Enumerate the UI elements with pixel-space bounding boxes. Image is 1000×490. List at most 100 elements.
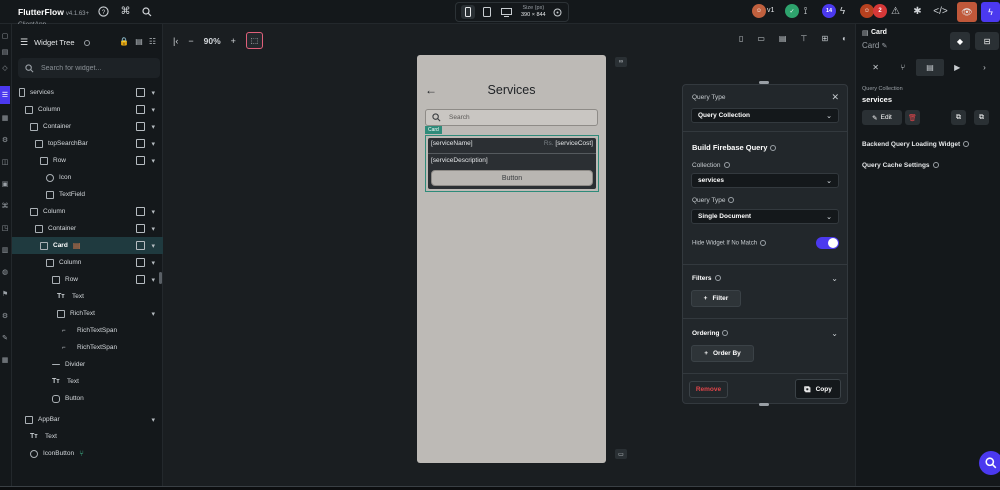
- service-card[interactable]: [serviceName] Rs. [serviceCost] [service…: [425, 135, 599, 192]
- bug-icon[interactable]: ✱: [911, 5, 924, 18]
- collection-select[interactable]: services ⌄: [691, 173, 839, 188]
- tree-node-container-2[interactable]: Container ▾: [12, 220, 163, 237]
- rail-icon-10[interactable]: ▥: [0, 244, 10, 255]
- chevron-down-icon[interactable]: ▾: [151, 416, 155, 424]
- hide-widget-toggle[interactable]: [816, 237, 839, 249]
- collab-avatar[interactable]: ☺: [860, 4, 874, 18]
- rail-icon-5[interactable]: ⚙: [0, 134, 10, 145]
- comment-icon[interactable]: ▭: [615, 449, 627, 459]
- lock-icon[interactable]: 🔒: [119, 37, 129, 46]
- chevron-down-icon[interactable]: ▾: [151, 89, 155, 97]
- collapse-panel-icon[interactable]: |‹: [173, 36, 178, 46]
- info-icon[interactable]: [723, 162, 730, 169]
- layout-icon[interactable]: ▤: [779, 34, 787, 43]
- tree-node-appbar[interactable]: AppBar ▾: [12, 411, 163, 428]
- rail-icon-14[interactable]: ✎: [0, 332, 10, 343]
- tree-node-row-2[interactable]: Row ▾: [12, 271, 163, 288]
- info-icon[interactable]: [770, 145, 777, 152]
- grid-icon[interactable]: ⊞: [821, 34, 828, 43]
- chevron-down-icon[interactable]: ▾: [151, 276, 155, 284]
- rail-icon-3[interactable]: ◇: [0, 62, 10, 73]
- link-icon[interactable]: ∞: [615, 57, 627, 67]
- tree-node-divider[interactable]: Divider: [12, 356, 163, 373]
- tab-more[interactable]: ›: [971, 59, 998, 76]
- info-icon[interactable]: [760, 240, 767, 246]
- rail-icon-9[interactable]: ◳: [0, 222, 10, 233]
- chevron-down-icon[interactable]: ▾: [151, 106, 155, 114]
- add-filter-button[interactable]: + Filter: [691, 290, 741, 307]
- info-icon[interactable]: [83, 39, 90, 46]
- rail-icon-1[interactable]: ▢: [0, 30, 10, 41]
- info-icon[interactable]: [963, 141, 970, 148]
- chevron-down-icon[interactable]: ▾: [151, 310, 155, 318]
- close-icon[interactable]: ✕: [831, 92, 839, 103]
- branch-icon[interactable]: ⟟: [799, 5, 812, 18]
- info-icon[interactable]: [714, 275, 721, 282]
- add-widget-icon[interactable]: [136, 139, 146, 148]
- tree-node-container[interactable]: Container ▾: [12, 118, 163, 135]
- preview-button[interactable]: 👁: [957, 2, 977, 22]
- tree-node-top-search-bar[interactable]: topSearchBar ▾: [12, 135, 163, 152]
- widget-search-input[interactable]: [41, 64, 151, 72]
- rail-icon-11[interactable]: ◍: [0, 266, 10, 277]
- popup-drag-handle-bottom[interactable]: [759, 403, 769, 406]
- align-icon[interactable]: ⊤: [800, 34, 807, 43]
- command-icon[interactable]: ⌘: [119, 5, 132, 18]
- tree-node-button[interactable]: Button: [12, 390, 163, 407]
- ordering-chevron-icon[interactable]: ⌄: [831, 329, 838, 338]
- rail-icon-widget-tree[interactable]: ☰: [0, 86, 10, 104]
- tree-node-text[interactable]: Tт Text: [12, 288, 163, 305]
- rail-icon-2[interactable]: ▤: [0, 46, 10, 57]
- tree-node-text-3[interactable]: Tт Text: [12, 428, 163, 445]
- delete-query-icon[interactable]: 🗑: [905, 110, 920, 125]
- canvas-size[interactable]: Size (px) 390 × 844: [521, 5, 546, 19]
- tree-node-richtextspan-2[interactable]: ⌐ RichTextSpan: [12, 339, 163, 356]
- help-icon[interactable]: ?: [97, 5, 110, 18]
- rail-icon-12[interactable]: ⚑: [0, 288, 10, 299]
- rail-icon-6[interactable]: ◫: [0, 156, 10, 167]
- add-widget-icon[interactable]: [136, 241, 146, 250]
- tablet-device-icon[interactable]: [480, 5, 494, 19]
- check-status-icon[interactable]: ✓: [785, 4, 799, 18]
- backend-loading-option[interactable]: Backend Query Loading Widget: [862, 141, 970, 148]
- edit-name-icon[interactable]: ✎: [882, 43, 888, 50]
- card-button[interactable]: Button: [431, 170, 593, 186]
- add-order-button[interactable]: + Order By: [691, 345, 754, 362]
- info-icon[interactable]: [722, 330, 729, 337]
- run-button[interactable]: ϟ: [981, 2, 1000, 22]
- rail-icon-8[interactable]: ⌘: [0, 200, 10, 211]
- filters-chevron-icon[interactable]: ⌄: [831, 274, 838, 283]
- device-frame-icon[interactable]: ▯: [739, 34, 743, 43]
- tab-backend-query[interactable]: ▤: [916, 59, 944, 76]
- user-avatar[interactable]: ☺: [752, 4, 766, 18]
- flash-icon[interactable]: ϟ: [836, 5, 849, 18]
- cache-settings-option[interactable]: Query Cache Settings: [862, 162, 939, 169]
- add-widget-icon[interactable]: [136, 258, 146, 267]
- add-widget-icon[interactable]: [136, 105, 146, 114]
- chevron-down-icon[interactable]: ▾: [151, 208, 155, 216]
- zoom-level[interactable]: 90%: [204, 36, 221, 46]
- zoom-in-icon[interactable]: +: [231, 36, 236, 46]
- remove-query-button[interactable]: Remove: [689, 381, 728, 398]
- desktop-device-icon[interactable]: [499, 5, 513, 19]
- phone-device-icon[interactable]: [461, 5, 475, 19]
- chevron-down-icon[interactable]: ▾: [151, 259, 155, 267]
- add-widget-icon[interactable]: [136, 88, 146, 97]
- tree-node-row[interactable]: Row ▾: [12, 152, 163, 169]
- tablet-frame-icon[interactable]: ▭: [757, 34, 765, 43]
- tree-node-text-2[interactable]: Tт Text: [12, 373, 163, 390]
- edit-query-button[interactable]: ✎ Edit: [862, 110, 902, 125]
- chevron-down-icon[interactable]: ▾: [151, 242, 155, 250]
- info-icon[interactable]: [728, 197, 735, 204]
- select-tool-icon[interactable]: ⬚: [245, 32, 263, 49]
- copy-query-button[interactable]: ⧉ Copy: [795, 379, 841, 399]
- copy-query-icon[interactable]: ⧉: [951, 110, 966, 125]
- expand-all-icon[interactable]: ☷: [149, 37, 156, 46]
- tree-node-richtextspan-1[interactable]: ⌐ RichTextSpan: [12, 322, 163, 339]
- tree-node-iconbutton[interactable]: IconButton ⑂: [12, 445, 163, 462]
- rail-icon-13[interactable]: ⚙: [0, 310, 10, 321]
- error-badge[interactable]: 2: [873, 4, 887, 18]
- tree-node-column-2[interactable]: Column ▾: [12, 203, 163, 220]
- paste-query-icon[interactable]: ⧉: [974, 110, 989, 125]
- zoom-out-icon[interactable]: −: [188, 36, 193, 46]
